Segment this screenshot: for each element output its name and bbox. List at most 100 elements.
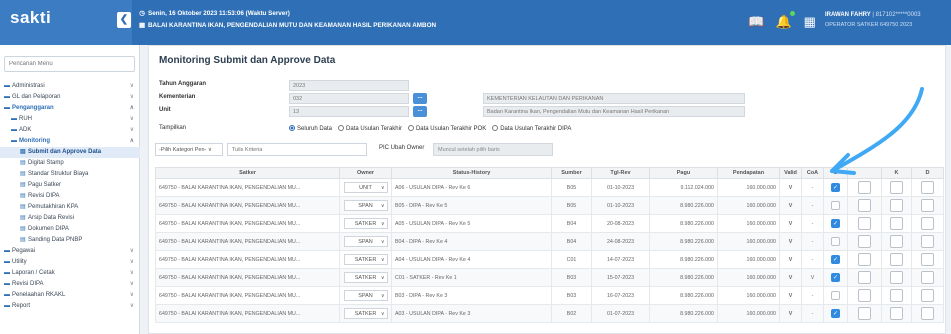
checkbox[interactable] [921,289,934,302]
sidebar-item[interactable]: ▤ Dokumen DIPA [0,224,140,235]
user-name[interactable]: IRAWAN FAHRY | 817102*****0003 [825,12,921,18]
bell-icon[interactable]: 🔔 [776,10,795,30]
owner-select[interactable]: SPAN ∨ [343,200,388,211]
radio-dot[interactable] [492,125,499,131]
column-header[interactable]: Valid [779,167,802,179]
chevron-left-icon[interactable]: ❮ [117,12,131,28]
sidebar-item[interactable]: ▬ Revisi DIPA ∨ [0,279,140,290]
sidebar-item[interactable]: ▤ Standar Struktur Biaya [0,169,140,180]
checkbox[interactable] [921,271,934,284]
table-row[interactable]: 649750 - BALAI KARANTINA IKAN, PENGENDAL… [155,250,944,269]
checkbox[interactable] [921,199,934,212]
app-logo[interactable]: sakti [10,8,51,28]
owner-select[interactable]: SPAN ∨ [343,236,388,247]
sidebar-item[interactable]: ▬ ADK ∨ [0,125,140,136]
checkbox[interactable] [890,289,903,302]
table-row[interactable]: 649750 - BALAI KARANTINA IKAN, PENGENDAL… [155,214,944,233]
column-header[interactable]: D [911,167,944,179]
tampilkan-radio[interactable]: Data Usulan Terakhir DIPA [492,125,571,132]
checkbox[interactable] [858,199,871,212]
radio-dot[interactable] [338,125,345,131]
table-row[interactable]: 649750 - BALAI KARANTINA IKAN, PENGENDAL… [155,268,944,287]
sidebar-item[interactable]: ▬ Administrasi ∨ [0,81,140,92]
apps-grid-icon[interactable]: ▦ [804,14,816,30]
sidebar-item[interactable]: ▤ Sanding Data PNBP [0,235,140,246]
checkbox-checked[interactable]: ✓ [831,273,840,282]
unit-lookup-button[interactable]: ... [413,106,427,117]
column-header[interactable]: Pagu [649,167,718,179]
checkbox[interactable] [890,199,903,212]
column-header[interactable]: K [881,167,912,179]
sidebar-item[interactable]: ▬ RUH ∨ [0,114,140,125]
sidebar-item[interactable]: ▤ Revisi DIPA [0,191,140,202]
radio-dot[interactable] [289,125,295,131]
column-header[interactable]: Tgl-Rev [591,167,650,179]
table-row[interactable]: 649750 - BALAI KARANTINA IKAN, PENGENDAL… [155,196,944,215]
sidebar-item[interactable]: ▬ Laporan / Cetak ∨ [0,268,140,279]
sidebar-item[interactable]: ▬ Pegawai ∨ [0,246,140,257]
table-row[interactable]: 649750 - BALAI KARANTINA IKAN, PENGENDAL… [155,286,944,305]
checkbox[interactable] [858,289,871,302]
sidebar-item[interactable]: ▬ Penelaahan RKAKL ∨ [0,290,140,301]
sidebar-item[interactable]: ▬ Penganggaran ∧ [0,103,140,114]
sidebar-item[interactable]: ▬ Utility ∨ [0,257,140,268]
checkbox[interactable] [858,307,871,320]
table-row[interactable]: 649750 - BALAI KARANTINA IKAN, PENGENDAL… [155,232,944,251]
sidebar-item[interactable]: ▤ Digital Stamp [0,158,140,169]
column-header[interactable]: S [823,167,848,179]
tampilkan-radio[interactable]: Data Usulan Terakhir [338,125,402,132]
book-icon[interactable]: 📖 [748,14,764,30]
checkbox[interactable] [831,201,840,210]
checkbox[interactable] [921,181,934,194]
checkbox[interactable] [858,217,871,230]
checkbox[interactable] [890,235,903,248]
checkbox[interactable] [921,307,934,320]
tampilkan-radio[interactable]: Data Usulan Terakhir POK [407,125,486,132]
checkbox[interactable] [921,217,934,230]
checkbox[interactable] [858,271,871,284]
checkbox[interactable] [858,181,871,194]
table-row[interactable]: 649750 - BALAI KARANTINA IKAN, PENGENDAL… [155,304,944,323]
checkbox[interactable] [890,181,903,194]
checkbox-checked[interactable]: ✓ [831,219,840,228]
column-header[interactable]: Sumber [551,167,592,179]
column-header[interactable]: Status-History [391,167,552,179]
sidebar-item[interactable]: ▤ Pagu Satker [0,180,140,191]
owner-select[interactable]: SATKER ∨ [343,308,388,319]
checkbox[interactable] [921,253,934,266]
owner-select[interactable]: UNIT ∨ [343,182,388,193]
checkbox[interactable] [831,291,840,300]
kriteria-input[interactable] [227,143,367,156]
column-header[interactable]: CoA [801,167,824,179]
radio-dot[interactable] [407,125,414,131]
column-header[interactable] [847,167,882,179]
owner-select[interactable]: SPAN ∨ [343,290,388,301]
checkbox[interactable] [858,235,871,248]
checkbox[interactable] [890,217,903,230]
tampilkan-radio[interactable]: Seluruh Data [289,125,332,132]
checkbox[interactable] [890,271,903,284]
owner-select[interactable]: SATKER ∨ [343,272,388,283]
owner-select[interactable]: SATKER ∨ [343,218,388,229]
checkbox[interactable] [890,307,903,320]
table-row[interactable]: 649750 - BALAI KARANTINA IKAN, PENGENDAL… [155,178,944,197]
sidebar-item[interactable]: ▬ Monitoring ∧ [0,136,140,147]
kategori-select[interactable]: -Pilih Kategori Pen- ∨ [155,143,223,156]
column-header[interactable]: Pendapatan [717,167,780,179]
checkbox[interactable] [921,235,934,248]
kementerian-lookup-button[interactable]: ... [413,93,427,104]
owner-select[interactable]: SATKER ∨ [343,254,388,265]
checkbox-checked[interactable]: ✓ [831,183,840,192]
checkbox[interactable] [890,253,903,266]
column-header[interactable]: Owner [339,167,392,179]
sidebar-item[interactable]: ▬ GL dan Pelaporan ∨ [0,92,140,103]
checkbox-checked[interactable]: ✓ [831,255,840,264]
sidebar-item[interactable]: ▤ Submit dan Approve Data [0,147,140,158]
checkbox[interactable] [831,237,840,246]
checkbox[interactable] [858,253,871,266]
column-header[interactable]: Satker [155,167,340,179]
menu-search-input[interactable] [4,56,135,72]
sidebar-item[interactable]: ▤ Pemutakhiran KPA [0,202,140,213]
sidebar-item[interactable]: ▤ Arsip Data Revisi [0,213,140,224]
checkbox-checked[interactable]: ✓ [831,309,840,318]
